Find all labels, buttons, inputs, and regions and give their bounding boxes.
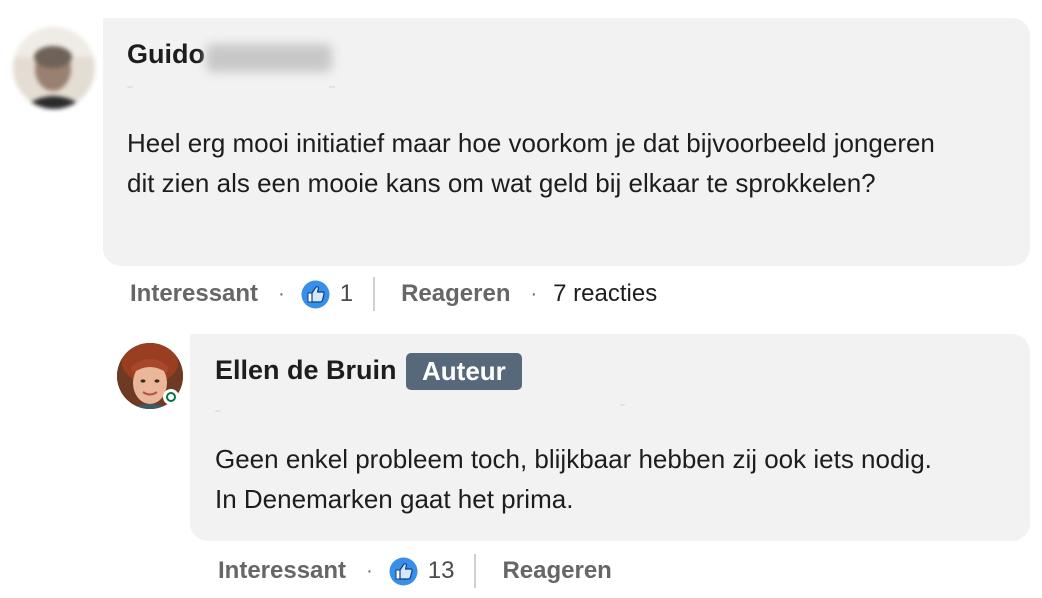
reply-actions: Interessant · 13 Reageren xyxy=(218,551,612,591)
reply-button[interactable]: Reageren xyxy=(502,557,611,585)
reply-text: Geen enkel probleem toch, blijkbaar hebb… xyxy=(215,444,932,514)
reply-author-name[interactable]: Ellen de Bruin xyxy=(215,355,397,386)
replies-count-link[interactable]: 7 reacties xyxy=(553,280,657,308)
comment-text: Heel erg mooi initiatief maar hoe voorko… xyxy=(127,128,935,198)
comment-author-name[interactable]: Guido xyxy=(127,39,205,70)
meta-line xyxy=(620,404,625,406)
meta-line xyxy=(329,86,335,88)
author-badge: Auteur xyxy=(406,353,522,390)
thumbs-up-icon[interactable] xyxy=(389,557,418,586)
avatar-container xyxy=(117,343,183,409)
divider xyxy=(474,554,477,588)
reaction-count[interactable]: 13 xyxy=(428,557,455,585)
divider xyxy=(373,277,376,311)
thumbs-up-icon[interactable] xyxy=(301,280,330,309)
like-button[interactable]: Interessant xyxy=(130,280,258,308)
like-button[interactable]: Interessant xyxy=(218,557,346,585)
meta-line xyxy=(215,410,221,412)
reaction-count[interactable]: 1 xyxy=(340,280,353,308)
comment-bubble: Guido Heel erg mooi initiatief maar hoe … xyxy=(103,18,1030,266)
separator-dot: · xyxy=(530,282,538,305)
avatar-guido[interactable] xyxy=(13,27,95,109)
reply-button[interactable]: Reageren xyxy=(401,280,510,308)
online-status-icon xyxy=(163,389,179,405)
meta-line xyxy=(127,86,133,88)
separator-dot: · xyxy=(278,282,285,305)
blurred-surname xyxy=(206,44,332,72)
reply-bubble: Ellen de Bruin Auteur Geen enkel problee… xyxy=(190,334,1030,541)
comment-actions: Interessant · 1 Reageren · 7 reacties xyxy=(130,274,657,314)
separator-dot: · xyxy=(366,559,373,582)
